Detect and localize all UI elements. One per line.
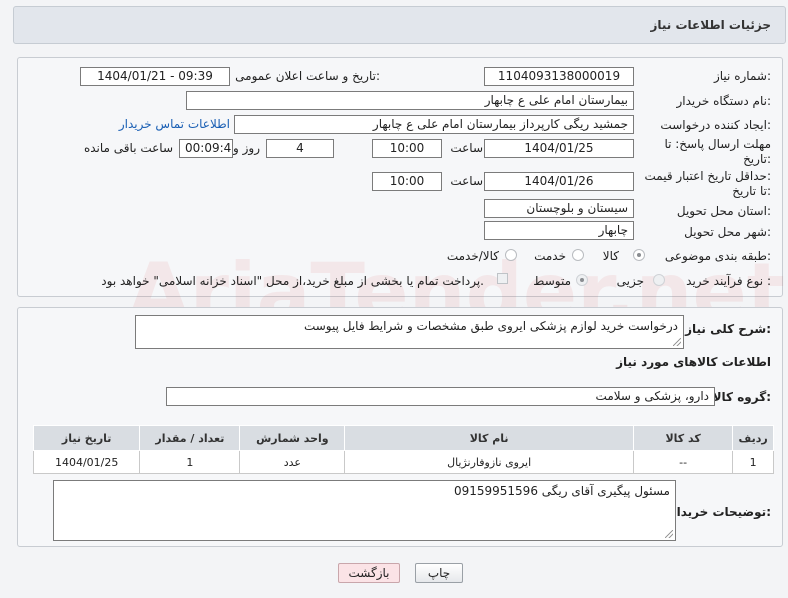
announce-date-field[interactable]: 1404/01/21 - 09:39 [80, 67, 230, 86]
process-minor-label: جزیی [616, 274, 644, 288]
province-label: استان محل تحویل: [676, 204, 771, 218]
price-validity-date-field[interactable]: 1404/01/26 [484, 172, 634, 191]
announce-date-label: تاریخ و ساعت اعلان عمومی: [235, 69, 380, 83]
buyer-org-label: نام دستگاه خریدار: [676, 94, 772, 108]
page-header: جزئیات اطلاعات نیاز [13, 6, 786, 44]
process-medium-label: متوسط [533, 274, 571, 288]
need-number-label: شماره نیاز: [713, 69, 771, 83]
page-title: جزئیات اطلاعات نیاز [650, 18, 771, 32]
category-label: طبقه بندی موضوعی: [664, 249, 771, 263]
buyer-notes-text: مسئول پیگیری آقای ریگی 09159951596 [453, 484, 670, 498]
buyer-notes-textarea[interactable]: مسئول پیگیری آقای ریگی 09159951596 [53, 480, 676, 541]
buyer-contact-link[interactable]: اطلاعات تماس خریدار [119, 117, 230, 131]
city-label: شهر محل تحویل: [684, 225, 771, 239]
col-header-need-date: تاریخ نیاز [32, 425, 141, 451]
process-type-label: نوع فرآیند خرید : [686, 274, 771, 288]
col-header-quantity: تعداد / مقدار [139, 425, 241, 451]
col-header-row-number: ردیف [732, 425, 774, 451]
city-field[interactable]: چابهار [484, 221, 634, 240]
days-remaining-field[interactable]: 4 [266, 139, 334, 158]
table-row[interactable]: 1 -- ایروی نازوفارنژیال عدد 1 1404/01/25 [32, 450, 774, 474]
time-remaining-label: ساعت باقی مانده [83, 141, 173, 155]
process-minor-radio[interactable] [653, 274, 665, 286]
deadline-label-line1: مهلت ارسال پاسخ: تا [664, 137, 771, 151]
description-text: درخواست خرید لوازم پزشکی ایروی طبق مشخصا… [303, 319, 678, 333]
category-goods-service-label: کالا/خدمت [446, 249, 499, 263]
price-validity-hour-label: ساعت [450, 174, 483, 188]
col-header-unit: واحد شمارش [239, 425, 346, 451]
days-label: روز و [233, 141, 260, 155]
category-goods-radio[interactable] [633, 249, 645, 261]
description-textarea[interactable]: درخواست خرید لوازم پزشکی ایروی طبق مشخصا… [135, 315, 684, 349]
resize-grip-icon[interactable] [673, 338, 681, 346]
process-medium-radio[interactable] [576, 274, 588, 286]
goods-table-header-row: ردیف کد کالا نام کالا واحد شمارش تعداد /… [32, 425, 774, 451]
time-remaining-field[interactable]: 00:09:47 [179, 139, 233, 158]
creator-label: ایجاد کننده درخواست: [660, 118, 771, 132]
deadline-hour-label: ساعت [450, 141, 483, 155]
goods-group-field[interactable]: دارو، پزشکی و سلامت [166, 387, 715, 406]
cell-quantity: 1 [139, 450, 241, 474]
resize-grip-icon[interactable] [665, 530, 673, 538]
price-validity-label-line1: حداقل تاریخ اعتبار قیمت: [644, 169, 771, 183]
back-button[interactable]: بازگشت [338, 563, 400, 583]
cell-row-number: 1 [732, 450, 774, 474]
creator-field[interactable]: جمشید ریگی کارپرداز بیمارستان امام علی ع… [234, 115, 634, 134]
category-goods-service-radio[interactable] [505, 249, 517, 261]
goods-table: ردیف کد کالا نام کالا واحد شمارش تعداد /… [32, 425, 774, 474]
price-validity-time-field[interactable]: 10:00 [372, 172, 442, 191]
deadline-label-line2: تاریخ: [743, 152, 771, 166]
need-number-field[interactable]: 1104093138000019 [484, 67, 634, 86]
col-header-goods-name: نام کالا [344, 425, 635, 451]
category-goods-label: کالا [602, 249, 619, 263]
treasury-payment-note: پرداخت تمام یا بخشی از مبلغ خرید،از محل … [101, 274, 484, 288]
col-header-goods-code: کد کالا [633, 425, 734, 451]
cell-goods-code: -- [633, 450, 734, 474]
category-service-radio[interactable] [572, 249, 584, 261]
cell-goods-name: ایروی نازوفارنژیال [344, 450, 635, 474]
goods-info-title: اطلاعات کالاهای مورد نیاز [616, 355, 771, 369]
deadline-time-field[interactable]: 10:00 [372, 139, 442, 158]
buyer-org-field[interactable]: بیمارستان امام علی ع چابهار [186, 91, 634, 110]
goods-group-label: گروه کالا: [712, 390, 771, 404]
buyer-notes-label: توضیحات خریدار: [669, 505, 771, 519]
price-validity-label-line2: تا تاریخ: [732, 184, 771, 198]
treasury-payment-checkbox[interactable] [497, 273, 508, 284]
cell-unit: عدد [239, 450, 346, 474]
cell-need-date: 1404/01/25 [32, 450, 141, 474]
description-label: شرح کلی نیاز: [685, 322, 771, 336]
print-button[interactable]: چاپ [415, 563, 463, 583]
deadline-date-field[interactable]: 1404/01/25 [484, 139, 634, 158]
category-service-label: خدمت [534, 249, 566, 263]
province-field[interactable]: سیستان و بلوچستان [484, 199, 634, 218]
